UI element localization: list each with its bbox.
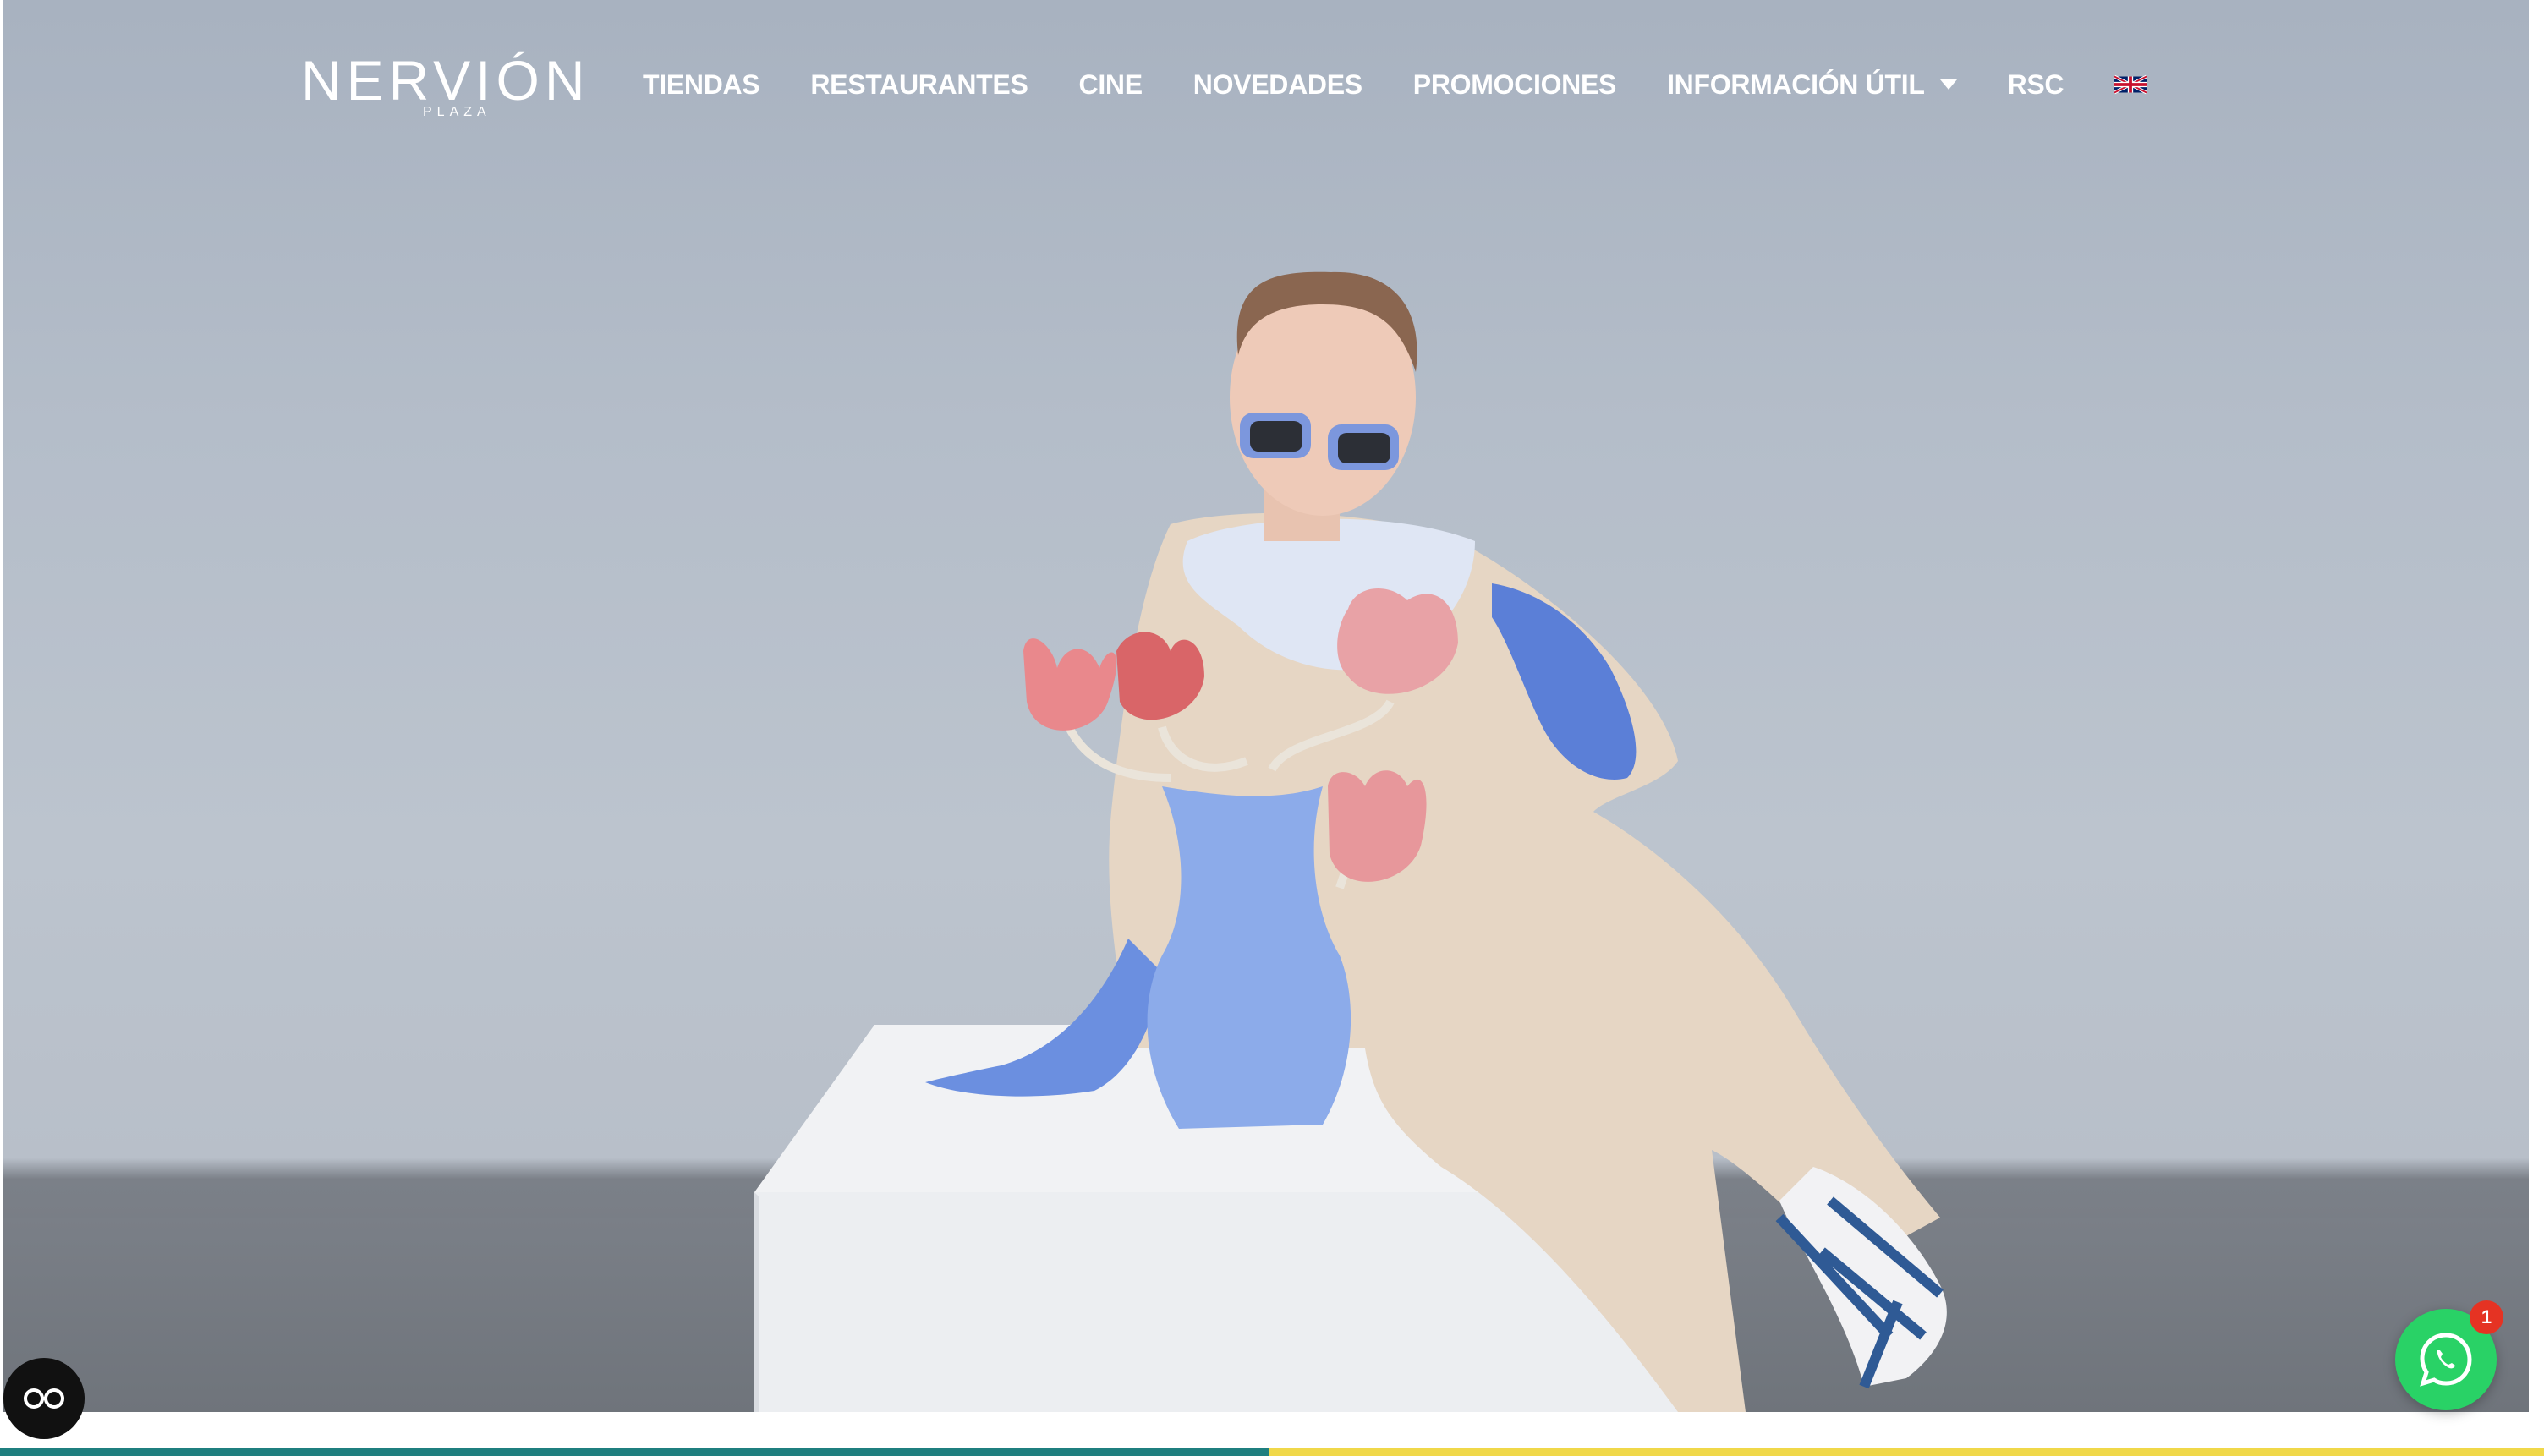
nav-item-label: TIENDAS	[643, 68, 760, 100]
nav-item-label: RESTAURANTES	[810, 68, 1028, 100]
accessibility-glasses-icon	[24, 1388, 64, 1409]
brand-logo[interactable]: NERVIÓN PLAZA	[301, 47, 585, 123]
nav-item-label: INFORMACIÓN ÚTIL	[1667, 68, 1925, 100]
hero-banner	[3, 0, 2529, 1412]
bottom-bar-teal	[0, 1448, 1269, 1456]
notification-badge: 1	[2470, 1300, 2503, 1334]
nav-item-promociones[interactable]: PROMOCIONES	[1412, 68, 1617, 101]
nav-item-tiendas[interactable]: TIENDAS	[643, 68, 760, 101]
whatsapp-icon	[2420, 1333, 2472, 1387]
language-switch[interactable]	[2114, 74, 2147, 95]
nav-item-label: NOVEDADES	[1192, 68, 1362, 100]
hero-image	[754, 271, 1947, 1412]
uk-flag-icon	[2114, 74, 2147, 95]
nav-item-label: PROMOCIONES	[1412, 68, 1617, 100]
main-nav: TIENDAS RESTAURANTES CINE NOVEDADES PROM…	[643, 61, 2197, 108]
chevron-down-icon	[1939, 79, 1957, 90]
nav-item-label: CINE	[1078, 68, 1143, 100]
bottom-bar-yellow	[1269, 1448, 2544, 1456]
brand-name: NERVIÓN	[301, 49, 590, 112]
bottom-color-bar	[0, 1448, 2544, 1456]
accessibility-button[interactable]	[3, 1358, 85, 1439]
nav-item-restaurantes[interactable]: RESTAURANTES	[810, 69, 1028, 101]
brand-sub: PLAZA	[423, 105, 491, 119]
footer-strip	[0, 1412, 2544, 1448]
nav-item-rsc[interactable]: RSC	[2008, 69, 2064, 101]
nav-item-informacion-util[interactable]: INFORMACIÓN ÚTIL	[1667, 69, 1957, 101]
nav-item-novedades[interactable]: NOVEDADES	[1193, 69, 1362, 101]
nav-item-cine[interactable]: CINE	[1079, 69, 1143, 101]
site-header: NERVIÓN PLAZA TIENDAS RESTAURANTES CINE …	[0, 0, 2544, 169]
nav-item-label: RSC	[2007, 68, 2064, 100]
